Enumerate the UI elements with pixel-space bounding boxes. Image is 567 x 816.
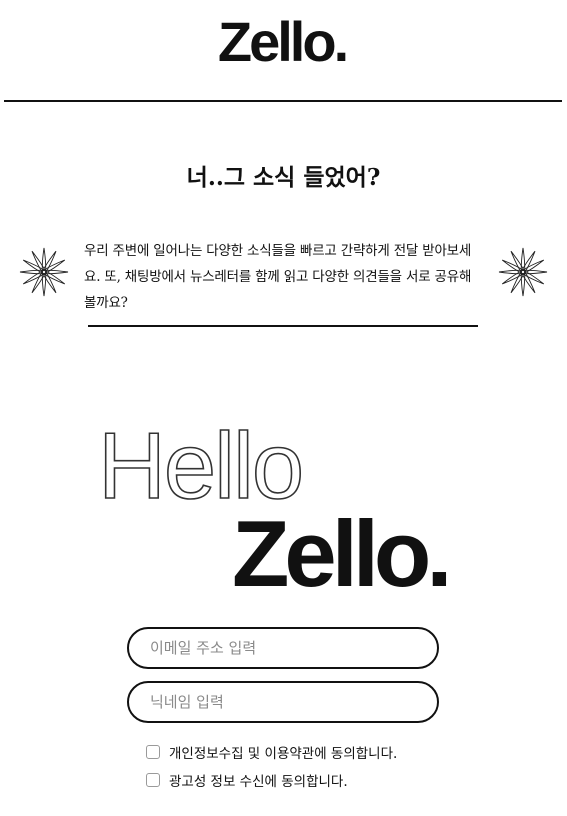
zello-large-logo-text: Zello xyxy=(232,501,431,606)
consent-privacy-checkbox[interactable] xyxy=(146,745,160,759)
intro-divider xyxy=(88,325,478,327)
intro-text: 우리 주변에 일어나는 다양한 소식들을 빠르고 간략하게 전달 받아보세요. … xyxy=(84,243,472,311)
starburst-icon xyxy=(498,247,548,297)
consent-privacy-label: 개인정보수집 및 이용약관에 동의합니다. xyxy=(169,746,398,762)
email-field[interactable] xyxy=(127,627,439,669)
zello-large-logo-dot: . xyxy=(426,501,453,606)
consent-ads-label: 광고성 정보 수신에 동의합니다. xyxy=(169,774,348,790)
zello-large-logo: Zello. xyxy=(232,504,452,604)
headline: 너..그 소식 들었어? xyxy=(186,164,381,191)
nickname-field[interactable] xyxy=(127,681,439,723)
consent-privacy-row[interactable]: 개인정보수집 및 이용약관에 동의합니다. xyxy=(146,742,397,762)
consent-ads-checkbox[interactable] xyxy=(146,773,160,787)
brand-logo[interactable]: Zello. xyxy=(0,12,567,72)
consent-ads-row[interactable]: 광고성 정보 수신에 동의합니다. xyxy=(146,770,348,790)
header-divider xyxy=(4,100,562,102)
starburst-icon xyxy=(19,247,69,297)
brand-logo-text: Zello xyxy=(217,10,337,73)
brand-logo-dot: . xyxy=(333,10,350,73)
